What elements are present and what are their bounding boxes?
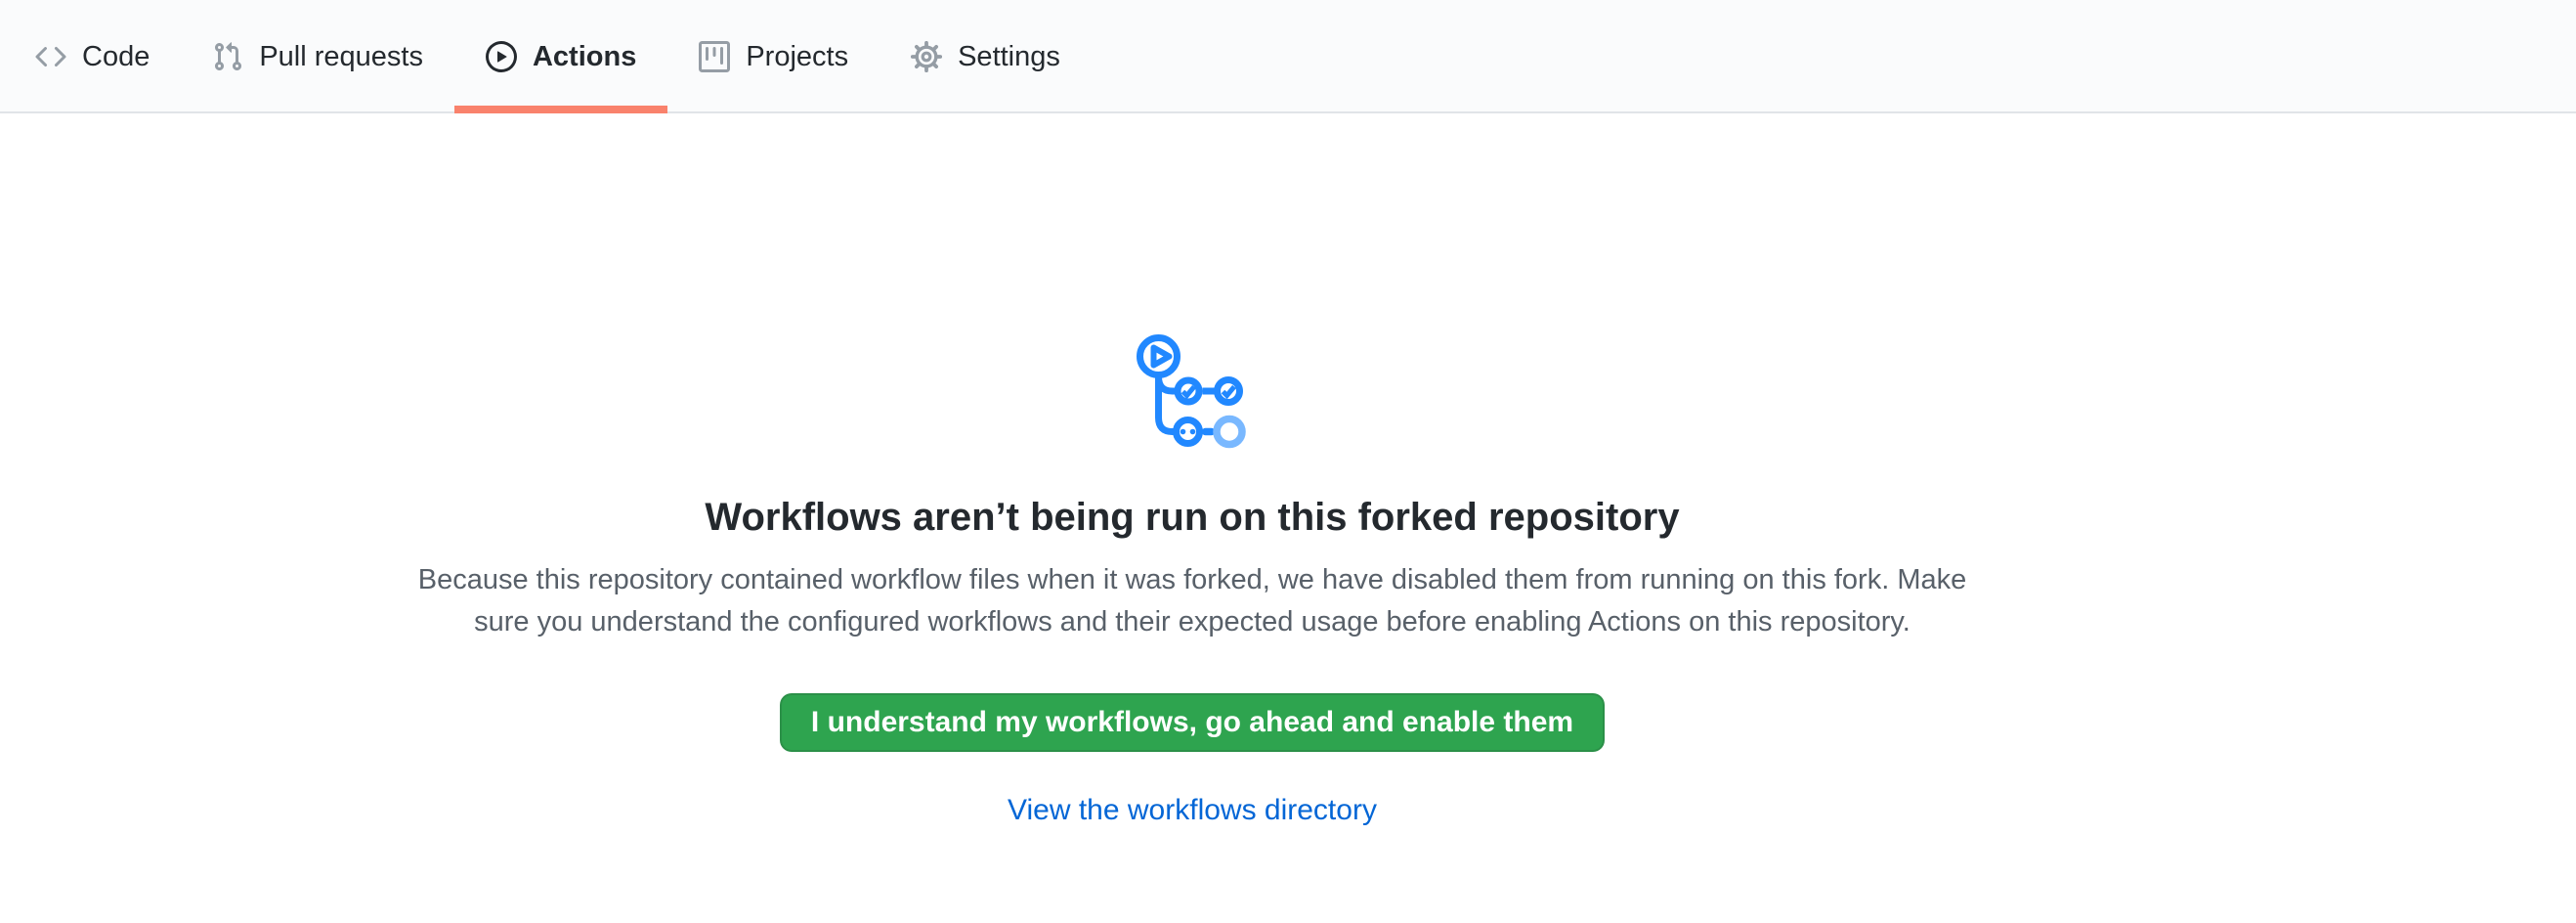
tab-label: Projects xyxy=(746,41,848,73)
git-pull-request-icon xyxy=(212,41,243,72)
tab-pull-requests[interactable]: Pull requests xyxy=(181,0,454,113)
tab-label: Settings xyxy=(958,41,1060,73)
repo-tab-bar: Code Pull requests Actions Projects xyxy=(0,0,2576,113)
code-icon xyxy=(35,41,66,72)
tab-code[interactable]: Code xyxy=(4,0,181,113)
repo-tabs: Code Pull requests Actions Projects xyxy=(0,0,2576,113)
link-row: View the workflows directory xyxy=(0,794,2384,827)
tab-label: Actions xyxy=(533,41,636,73)
tab-projects[interactable]: Projects xyxy=(667,0,880,113)
workflow-graph-icon xyxy=(1137,334,1248,449)
blankslate-heading: Workflows aren’t being run on this forke… xyxy=(0,493,2384,542)
project-icon xyxy=(699,41,730,72)
description-line-2: sure you understand the configured workf… xyxy=(0,601,2384,643)
description-line-1: Because this repository contained workfl… xyxy=(0,559,2384,601)
tab-actions[interactable]: Actions xyxy=(454,0,667,113)
tab-settings[interactable]: Settings xyxy=(880,0,1092,113)
blankslate-description: Because this repository contained workfl… xyxy=(0,559,2384,643)
tab-label: Code xyxy=(82,41,150,73)
blankslate: Workflows aren’t being run on this forke… xyxy=(0,334,2384,827)
gear-icon xyxy=(911,41,942,72)
view-workflows-directory-link[interactable]: View the workflows directory xyxy=(1008,794,1377,826)
enable-workflows-button[interactable]: I understand my workflows, go ahead and … xyxy=(780,693,1605,752)
actions-page: Code Pull requests Actions Projects xyxy=(0,0,2576,923)
play-icon xyxy=(486,41,517,72)
tab-label: Pull requests xyxy=(259,41,423,73)
button-row: I understand my workflows, go ahead and … xyxy=(0,643,2384,752)
